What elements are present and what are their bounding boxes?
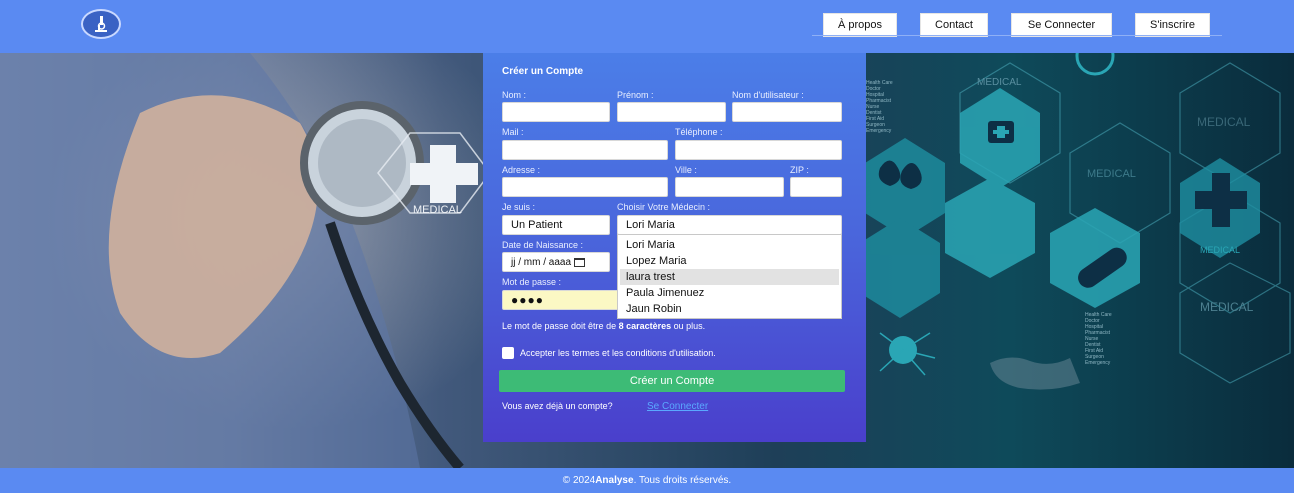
main-nav: À propos Contact Se Connecter S'inscrire: [0, 13, 1294, 37]
username-input[interactable]: [732, 102, 842, 122]
hero-medical-label-2: MEDICAL: [1197, 115, 1251, 129]
terms-label[interactable]: Accepter les termes et les conditions d'…: [520, 348, 716, 358]
zip-input[interactable]: [790, 177, 842, 197]
nav-about-button[interactable]: À propos: [823, 13, 897, 37]
doctor-option[interactable]: Jaun Robin: [620, 301, 839, 317]
label-naissance: Date de Naissance :: [502, 240, 584, 250]
label-nom: Nom :: [502, 90, 527, 100]
password-input[interactable]: ●●●●: [502, 290, 622, 310]
ville-input[interactable]: [675, 177, 784, 197]
birthdate-input[interactable]: jj / mm / aaaa: [502, 252, 610, 272]
label-mail: Mail :: [502, 127, 524, 137]
svg-text:Emergency: Emergency: [866, 128, 892, 134]
label-ville: Ville :: [675, 165, 697, 175]
doctor-dropdown-list[interactable]: Lori Maria Lopez Maria laura trest Paula…: [617, 234, 842, 319]
label-prenom: Prénom :: [617, 90, 654, 100]
password-hint-bold: 8 caractères: [618, 321, 672, 331]
label-medecin: Choisir Votre Médecin :: [617, 202, 711, 212]
adresse-input[interactable]: [502, 177, 668, 197]
medecin-select[interactable]: Lori Maria: [617, 215, 842, 235]
password-hint-after: ou plus.: [671, 321, 706, 331]
terms-checkbox[interactable]: [502, 347, 514, 359]
already-account-text: Vous avez déjà un compte?: [502, 401, 613, 411]
birthdate-placeholder: jj / mm / aaaa: [511, 256, 572, 268]
doctor-option-highlighted[interactable]: laura trest: [620, 269, 839, 285]
footer-prefix: © 2024: [562, 475, 596, 486]
calendar-icon[interactable]: [574, 257, 586, 267]
footer-suffix: . Tous droits réservés.: [633, 475, 732, 486]
hero-medical-label-left: MEDICAL: [413, 204, 462, 216]
nav-signup-button[interactable]: S'inscrire: [1135, 13, 1210, 37]
label-je-suis: Je suis :: [502, 202, 536, 212]
label-password: Mot de passe :: [502, 277, 562, 287]
svg-text:Emergency: Emergency: [1085, 360, 1111, 366]
nav-underline: [812, 35, 1222, 36]
label-telephone: Téléphone :: [675, 127, 723, 137]
telephone-input[interactable]: [675, 140, 842, 160]
label-adresse: Adresse :: [502, 165, 541, 175]
password-hint: Le mot de passe doit être de 8 caractère…: [502, 321, 705, 331]
mail-input[interactable]: [502, 140, 668, 160]
label-username: Nom d'utilisateur :: [732, 90, 804, 100]
doctor-option[interactable]: Lori Maria: [620, 237, 839, 253]
hero-medical-label-1: MEDICAL: [977, 77, 1022, 88]
form-title: Créer un Compte: [502, 66, 584, 77]
je-suis-select[interactable]: Un Patient: [502, 215, 610, 235]
nom-input[interactable]: [502, 102, 610, 122]
hero-medical-label-3: MEDICAL: [1087, 168, 1136, 180]
create-account-button[interactable]: Créer un Compte: [499, 370, 845, 392]
doctor-option[interactable]: Paula Jimenuez: [620, 285, 839, 301]
hero-medical-label-5: MEDICAL: [1200, 300, 1254, 314]
nav-login-button[interactable]: Se Connecter: [1011, 13, 1112, 37]
nav-contact-button[interactable]: Contact: [920, 13, 988, 37]
prenom-input[interactable]: [617, 102, 726, 122]
login-link[interactable]: Se Connecter: [647, 401, 708, 412]
footer: © 2024 Analyse. Tous droits réservés.: [0, 468, 1294, 493]
footer-brand: Analyse: [595, 475, 634, 486]
password-hint-before: Le mot de passe doit être de: [502, 321, 619, 331]
doctor-option[interactable]: Lopez Maria: [620, 253, 839, 269]
label-zip: ZIP :: [790, 165, 809, 175]
hero-medical-label-4: MEDICAL: [1200, 245, 1240, 255]
